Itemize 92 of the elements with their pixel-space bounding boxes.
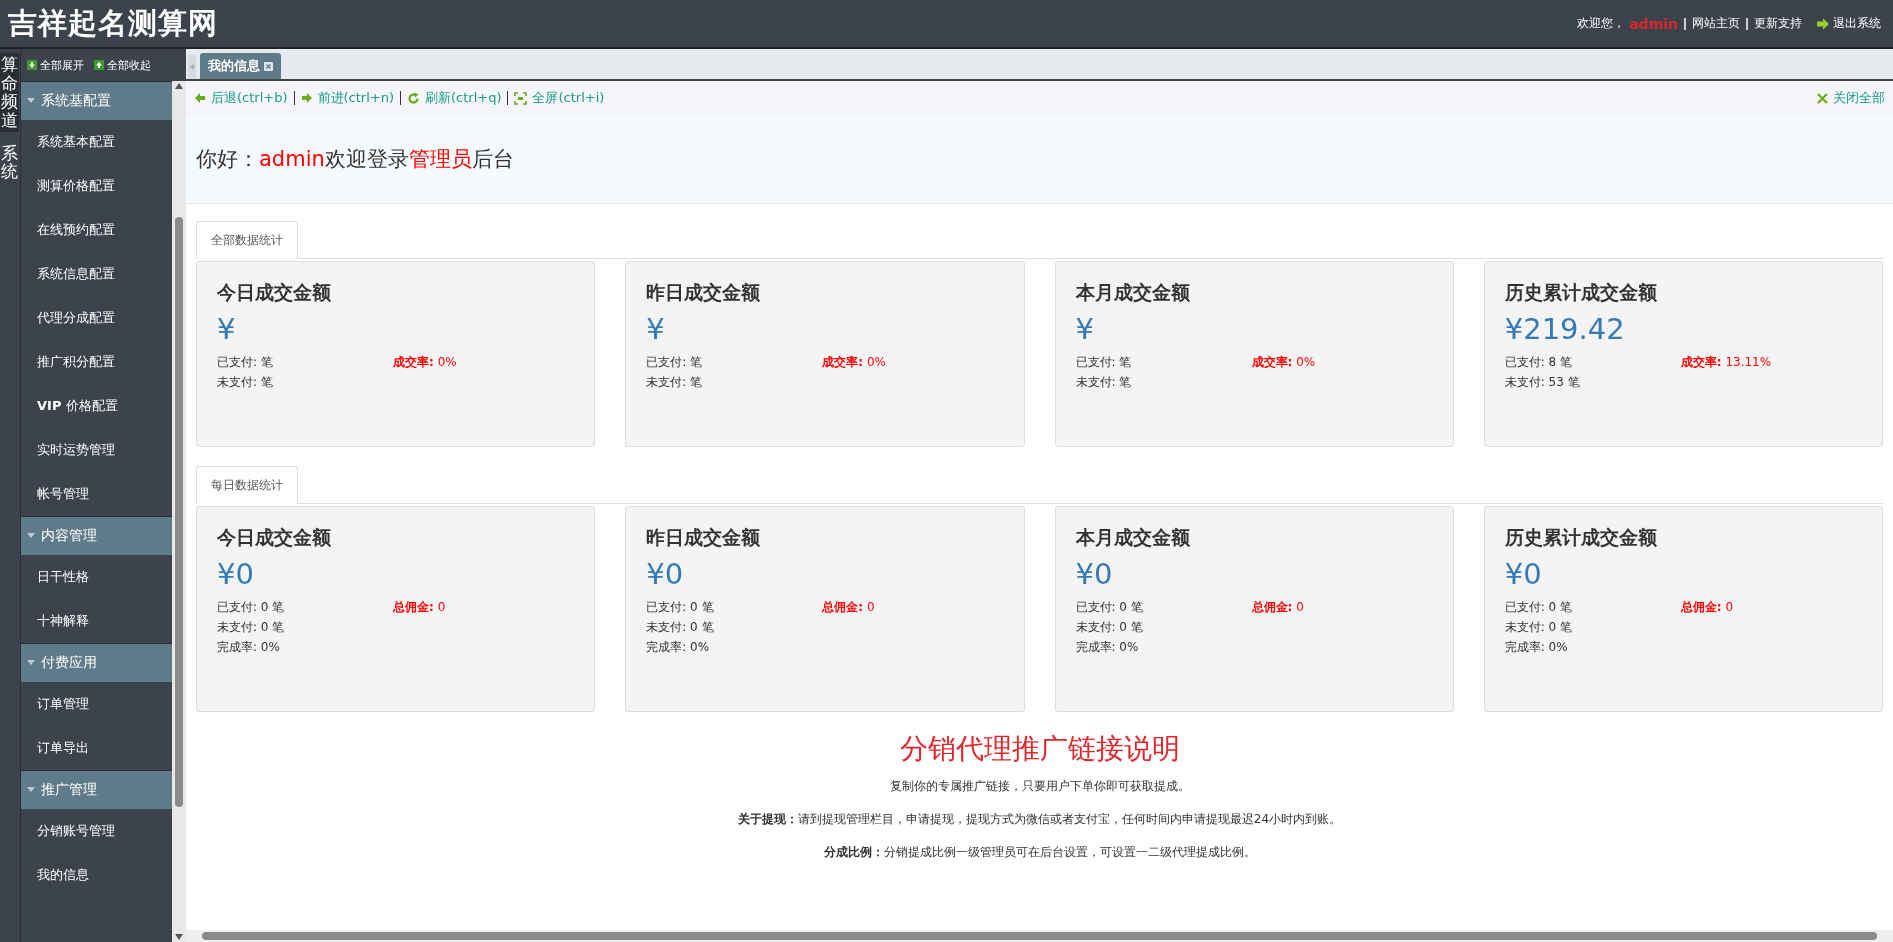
scroll-down-icon[interactable] [175,934,183,940]
card-title: 本月成交金额 [1075,280,1191,305]
close-icon [1817,92,1828,104]
paragraph: 关于提现：请到提现管理栏目，申请提现，提现方式为微信或者支付宝，任何时间内申请提现最迟24小时内到账。 [737,811,1342,828]
rate-value: 0 [866,600,875,614]
scrollbar[interactable] [186,930,1893,942]
arrow-down-icon [27,60,37,70]
rate-label: 成交率: [1680,355,1722,369]
close-icon[interactable] [264,61,273,71]
rate-value: 13.11% [1725,355,1772,369]
rate-value: 0 [437,600,446,614]
card-title: 今日成交金额 [217,525,332,550]
scrollbar[interactable] [172,81,186,942]
rate-label: 总佣金: [822,600,864,614]
amount-value: ¥0 [646,557,685,591]
menu-group[interactable]: 付费应用 [21,643,172,682]
menu-group[interactable]: 内容管理 [21,516,172,555]
expand-all-link[interactable]: 全部展开 [27,57,84,73]
stat-line: 未支付: 0 笔 [646,619,715,636]
rate-label: 成交率: [393,355,434,369]
card-title: 昨日成交金额 [646,525,762,550]
amount-value: ¥ [217,312,237,346]
collapse-all-link[interactable]: 全部收起 [94,57,151,73]
menu-group[interactable]: 推广管理 [21,770,172,809]
page-tab[interactable]: 我的信息 [200,53,281,79]
stat-line: 已支付: 笔 [646,354,704,371]
card-title: 历史累计成交金额 [1504,280,1658,305]
rate-label: 总佣金: [1251,600,1293,614]
amount-value: ¥0 [217,557,255,591]
stat-line: 未支付: 笔 [646,374,704,391]
amount-value: ¥0 [1504,557,1543,591]
arrow-right-icon [300,92,313,104]
card-title: 今日成交金额 [217,280,332,305]
group-title: 内容管理 [41,527,97,545]
stat-line: 已支付: 0 笔 [1075,599,1144,616]
stat-line: 未支付: 53 笔 [1504,374,1581,391]
stat-line: 已支付: 笔 [217,354,274,371]
stat-line: 已支付: 0 笔 [217,599,286,616]
amount-value: ¥ [646,312,666,346]
rate-label: 总佣金: [1680,600,1722,614]
header-link[interactable]: 网站主页 [1692,15,1740,32]
channel-tab[interactable]: 系统 [0,141,19,184]
caret-left-icon [190,64,194,70]
rate-label: 成交率: [822,355,864,369]
logout-link[interactable]: 退出系统 [1816,15,1881,32]
card-title: 本月成交金额 [1075,525,1191,550]
amount-value: ¥0 [1075,557,1114,591]
paragraph: 复制你的专属推广链接，只要用户下单你即可获取提成。 [889,778,1190,795]
card-title: 历史累计成交金额 [1504,525,1658,550]
stat-line: 未支付: 笔 [217,374,274,391]
group-title: 系统基配置 [41,92,111,110]
rate-value: 0% [437,355,457,369]
section-heading: 分销代理推广链接说明 [899,731,1180,767]
stat-line: 完成率: 0% [1504,639,1569,656]
username: admin [1629,15,1678,32]
refresh-icon [407,91,420,105]
site-title: 吉祥起名测算网 [8,4,218,42]
section-tab[interactable]: 每日数据统计 [196,466,298,504]
stat-line: 已支付: 0 笔 [1504,599,1574,616]
stat-line: 完成率: 0% [217,639,281,656]
stat-line: 未支付: 0 笔 [217,619,286,636]
menu-group[interactable]: 系统基配置 [21,81,172,120]
stat-line: 未支付: 0 笔 [1075,619,1144,636]
rate-label: 总佣金: [393,600,434,614]
stat-line: 未支付: 笔 [1075,374,1133,391]
fullscreen-icon [514,91,528,105]
scroll-up-icon[interactable] [175,83,183,89]
channel-tab[interactable]: 算命频道 [0,53,19,132]
rate-value: 0 [1296,600,1304,614]
paragraph: 分成比例：分销提成比例一级管理员可在后台设置，可设置一二级代理提成比例。 [823,844,1256,861]
group-title: 推广管理 [41,781,97,799]
section-tab[interactable]: 全部数据统计 [196,221,298,259]
arrow-right-icon [1816,17,1830,30]
arrow-up-icon [94,60,104,70]
stat-line: 未支付: 0 笔 [1504,619,1574,636]
stat-line: 已支付: 0 笔 [646,599,715,616]
amount-value: ¥ [1075,312,1095,346]
stat-line: 完成率: 0% [1075,639,1140,656]
rate-value: 0 [1725,600,1734,614]
greeting-text: 你好：admin欢迎登录管理员后台 [196,146,514,173]
header-link[interactable]: 更新支持 [1754,15,1802,32]
stat-line: 已支付: 笔 [1075,354,1133,371]
rate-label: 成交率: [1251,355,1293,369]
arrow-left-icon [194,92,206,104]
rate-value: 0% [1296,355,1316,369]
amount-value: ¥219.42 [1504,312,1626,346]
stat-line: 已支付: 8 笔 [1504,354,1574,371]
card-title: 昨日成交金额 [646,280,762,305]
stat-line: 完成率: 0% [646,639,711,656]
welcome-text: 欢迎您， [1577,15,1626,32]
group-title: 付费应用 [41,654,97,672]
rate-value: 0% [866,355,886,369]
